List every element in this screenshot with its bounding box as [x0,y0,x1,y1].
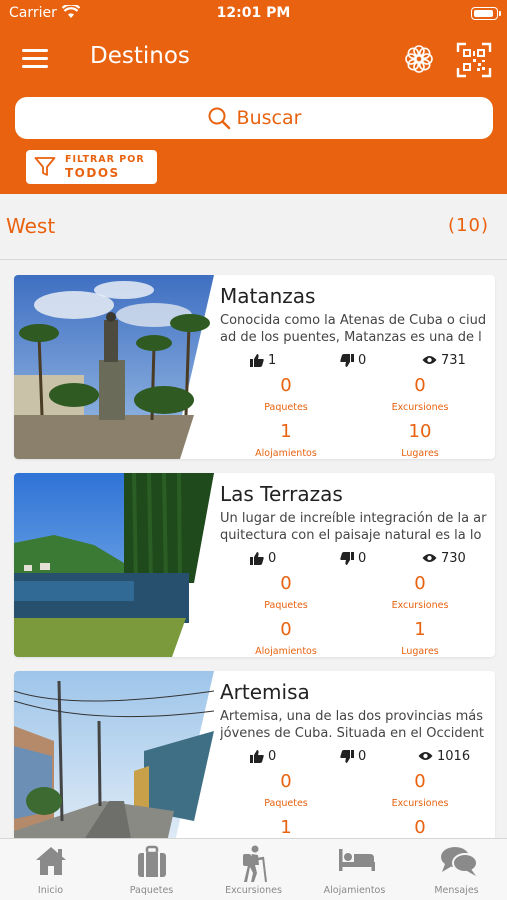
views-stat: 1016 [418,746,470,766]
eye-icon [418,752,433,760]
search-icon [208,107,230,130]
dislikes-count: 0 [358,748,367,764]
excursiones-label: Excursiones [391,402,449,413]
dislikes-stat[interactable]: 0 [340,548,366,568]
likes-count: 1 [268,352,277,368]
qr-code-icon[interactable] [456,42,492,78]
status-bar: Carrier 12:01 PM [0,0,507,28]
tab-label: Inicio [37,885,64,896]
chat-icon [441,847,478,876]
excursiones-label: Excursiones [391,600,449,611]
views-stat: 731 [422,350,466,370]
views-count: 730 [441,550,466,566]
dislikes-count: 0 [358,352,367,368]
search-placeholder: Buscar [236,107,302,129]
tab-label: Mensajes [434,885,479,896]
lugares-label: Lugares [401,448,439,459]
thumbs-down-icon [340,749,354,763]
bed-icon [339,849,375,871]
search-input[interactable]: Buscar [15,97,493,139]
paquetes-count[interactable]: 0 [236,375,336,396]
alojamientos-count[interactable]: 0 [236,619,336,640]
destination-photo [14,473,214,657]
filter-icon [34,157,56,176]
paquetes-label: Paquetes [264,600,308,611]
alojamientos-label: Alojamientos [255,646,317,657]
likes-count: 0 [268,748,277,764]
thumbs-up-icon [250,551,264,565]
excursiones-count[interactable]: 0 [370,771,470,792]
destination-photo [14,671,214,855]
alojamientos-count[interactable]: 1 [236,817,336,838]
luggage-icon [138,845,166,877]
tab-mensajes[interactable]: Mensajes [406,839,507,900]
header: Carrier 12:01 PM Destinos Buscar FILTRAR… [0,0,507,194]
tab-inicio[interactable]: Inicio [0,839,101,900]
excursiones-label: Excursiones [391,798,449,809]
views-count: 731 [441,352,466,368]
tab-label: Excursiones [225,885,282,896]
alojamientos-count[interactable]: 1 [236,421,336,442]
dislikes-stat[interactable]: 0 [340,746,366,766]
lugares-label: Lugares [401,646,439,657]
likes-count: 0 [268,550,277,566]
hamburger-menu-icon[interactable] [22,49,48,69]
tab-paquetes[interactable]: Paquetes [101,839,202,900]
tab-label: Paquetes [129,885,174,896]
destination-description: Conocida como la Atenas de Cuba o ciudad… [220,313,487,345]
thumbs-down-icon [340,551,354,565]
destination-card-matanzas[interactable]: Matanzas Conocida como la Atenas de Cuba… [14,275,495,459]
views-stat: 730 [422,548,466,568]
lugares-count[interactable]: 0 [370,817,470,838]
thumbs-up-icon [250,353,264,367]
paquetes-count[interactable]: 0 [236,573,336,594]
destination-name: Artemisa [220,680,310,704]
page-title: Destinos [90,43,190,69]
likes-stat[interactable]: 1 [250,350,276,370]
destination-card-artemisa[interactable]: Artemisa Artemisa, una de las dos provin… [14,671,495,855]
likes-stat[interactable]: 0 [250,548,276,568]
destination-photo [14,275,214,459]
destination-description: Un lugar de increíble integración de la … [220,511,487,543]
excursiones-count[interactable]: 0 [370,375,470,396]
mandala-icon[interactable] [402,42,436,76]
dislikes-count: 0 [358,550,367,566]
excursiones-count[interactable]: 0 [370,573,470,594]
thumbs-up-icon [250,749,264,763]
section-count: (10) [448,215,489,236]
paquetes-count[interactable]: 0 [236,771,336,792]
paquetes-label: Paquetes [264,798,308,809]
eye-icon [422,554,437,562]
bottom-tab-bar: Inicio Paquetes Excursiones Alojamientos… [0,838,507,900]
destination-name: Matanzas [220,284,316,308]
status-time: 12:01 PM [216,5,291,21]
destination-card-las-terrazas[interactable]: Las Terrazas Un lugar de increíble integ… [14,473,495,657]
section-title: West [6,214,56,238]
views-count: 1016 [437,748,471,764]
filter-value: TODOS [65,166,120,180]
lugares-count[interactable]: 1 [370,619,470,640]
dislikes-stat[interactable]: 0 [340,350,366,370]
battery-icon [471,7,501,20]
destination-description: Artemisa, una de las dos provincias más … [220,709,484,741]
likes-stat[interactable]: 0 [250,746,276,766]
hiker-icon [243,845,267,883]
destinations-screen: Carrier 12:01 PM Destinos Buscar FILTRAR… [0,0,507,900]
lugares-count[interactable]: 10 [370,421,470,442]
thumbs-down-icon [340,353,354,367]
tab-excursiones[interactable]: Excursiones [203,839,304,900]
eye-icon [422,356,437,364]
alojamientos-label: Alojamientos [255,448,317,459]
section-header: West (10) [0,194,507,260]
home-icon [36,847,66,875]
tab-label: Alojamientos [323,885,386,896]
filter-button[interactable]: FILTRAR POR TODOS [26,150,157,184]
filter-label: FILTRAR POR [65,154,145,165]
tab-alojamientos[interactable]: Alojamientos [304,839,405,900]
paquetes-label: Paquetes [264,402,308,413]
destination-name: Las Terrazas [220,482,343,506]
